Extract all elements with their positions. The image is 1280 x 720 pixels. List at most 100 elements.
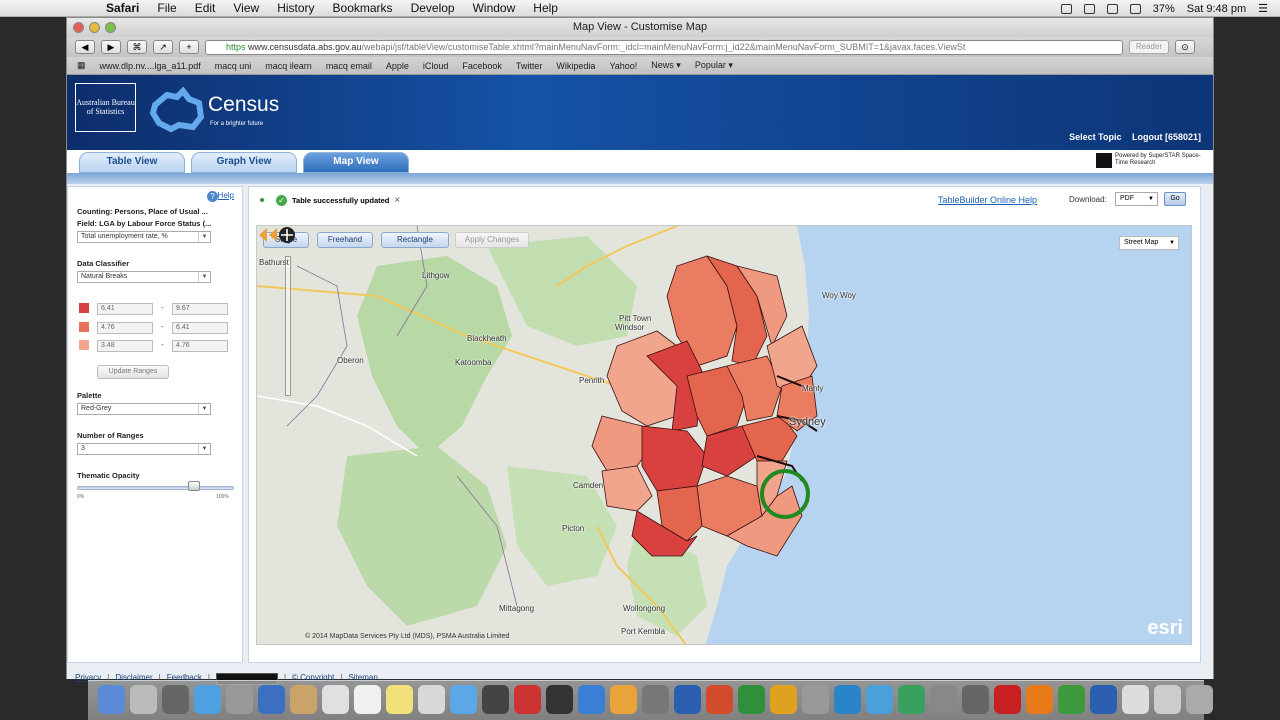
- range-color-swatch[interactable]: [79, 340, 89, 350]
- photos-icon[interactable]: [418, 685, 445, 714]
- powerpoint-icon[interactable]: [706, 685, 733, 714]
- map-canvas[interactable]: [257, 226, 1192, 645]
- update-ranges-button[interactable]: Update Ranges: [97, 365, 169, 379]
- menu-history[interactable]: History: [277, 1, 314, 15]
- word-icon[interactable]: [674, 685, 701, 714]
- tablebuilder-help-link[interactable]: TableBuilder Online Help: [938, 195, 1037, 205]
- add-bookmark-button[interactable]: +: [179, 40, 199, 54]
- notes-icon[interactable]: [386, 685, 413, 714]
- bookmark-item[interactable]: Yahoo!: [609, 61, 637, 71]
- back-button[interactable]: ◀: [75, 40, 95, 54]
- close-window-button[interactable]: [73, 22, 84, 33]
- download-app-icon[interactable]: [898, 685, 925, 714]
- textedit-icon[interactable]: [354, 685, 381, 714]
- safari-icon[interactable]: [194, 685, 221, 714]
- outlook-icon[interactable]: [770, 685, 797, 714]
- bookmark-item[interactable]: Facebook: [462, 61, 502, 71]
- range-color-swatch[interactable]: [79, 303, 89, 313]
- menu-help[interactable]: Help: [533, 1, 558, 15]
- app-icon[interactable]: [962, 685, 989, 714]
- finder-icon[interactable]: [98, 685, 125, 714]
- opacity-slider-track[interactable]: [77, 486, 234, 490]
- menu-view[interactable]: View: [233, 1, 259, 15]
- select-topic-link[interactable]: Select Topic: [1069, 132, 1121, 142]
- adobe-icon[interactable]: [994, 685, 1021, 714]
- unknown-app-icon[interactable]: [226, 685, 253, 714]
- trash-icon[interactable]: [1186, 685, 1213, 714]
- contacts-icon[interactable]: [290, 685, 317, 714]
- tab-table-view[interactable]: Table View: [79, 152, 185, 173]
- opacity-slider-thumb[interactable]: [188, 481, 200, 491]
- field-select[interactable]: Total unemployment rate, % ▼: [77, 231, 211, 243]
- iphoto-icon[interactable]: [546, 685, 573, 714]
- facetime-icon[interactable]: [482, 685, 509, 714]
- system-preferences-icon[interactable]: [642, 685, 669, 714]
- menu-edit[interactable]: Edit: [195, 1, 216, 15]
- excel-icon[interactable]: [738, 685, 765, 714]
- wifi-icon[interactable]: [1060, 3, 1072, 14]
- bookmark-item[interactable]: News ▾: [651, 60, 681, 71]
- thematic-map[interactable]: Single Freehand Rectangle Apply Changes …: [256, 225, 1192, 645]
- reader-button[interactable]: Reader: [1129, 40, 1169, 54]
- close-icon[interactable]: ×: [394, 195, 400, 206]
- bookmark-item[interactable]: macq uni: [215, 61, 252, 71]
- downloads-icon[interactable]: ⊙: [1175, 40, 1195, 54]
- zoom-window-button[interactable]: [105, 22, 116, 33]
- address-bar[interactable]: https www.censusdata.abs.gov.au/webapi/j…: [205, 39, 1123, 55]
- basemap-select[interactable]: Street Map ▼: [1119, 236, 1179, 250]
- cloud-app-icon[interactable]: [834, 685, 861, 714]
- forward-button[interactable]: ▶: [101, 40, 121, 54]
- apply-changes-button[interactable]: Apply Changes: [455, 232, 529, 248]
- preview-icon[interactable]: [258, 685, 285, 714]
- logout-link[interactable]: Logout [658021]: [1132, 132, 1201, 142]
- bluetooth-icon[interactable]: [1083, 3, 1095, 14]
- menu-develop[interactable]: Develop: [411, 1, 455, 15]
- menu-file[interactable]: File: [157, 1, 176, 15]
- range-color-swatch[interactable]: [79, 322, 89, 332]
- tab-graph-view[interactable]: Graph View: [191, 152, 297, 173]
- palette-select[interactable]: Red-Grey ▼: [77, 403, 211, 415]
- go-button[interactable]: Go: [1164, 192, 1186, 206]
- range-max-input[interactable]: 9.67: [172, 303, 228, 315]
- volume-icon[interactable]: [1106, 3, 1118, 14]
- range-min-input[interactable]: 4.76: [97, 322, 153, 334]
- pan-arrows-icon[interactable]: [257, 226, 297, 244]
- freehand-select-button[interactable]: Freehand: [317, 232, 373, 248]
- rectangle-select-button[interactable]: Rectangle: [381, 232, 449, 248]
- launchpad-icon[interactable]: [130, 685, 157, 714]
- help-icon[interactable]: ?: [207, 191, 218, 202]
- app-store-icon[interactable]: [578, 685, 605, 714]
- download-format-select[interactable]: PDF ▼: [1115, 192, 1158, 206]
- menu-bookmarks[interactable]: Bookmarks: [333, 1, 393, 15]
- abs-logo[interactable]: Australian Bureau of Statistics: [75, 83, 136, 132]
- downloads-folder-icon[interactable]: [1154, 685, 1181, 714]
- unknown-app-icon[interactable]: [802, 685, 829, 714]
- bookmark-item[interactable]: Twitter: [516, 61, 543, 71]
- calendar-icon[interactable]: [322, 685, 349, 714]
- tools-icon[interactable]: [930, 685, 957, 714]
- range-min-input[interactable]: 6.41: [97, 303, 153, 315]
- utility-icon[interactable]: [866, 685, 893, 714]
- list-icon[interactable]: ☰: [1258, 2, 1268, 15]
- range-min-input[interactable]: 3.48: [97, 340, 153, 352]
- mission-control-icon[interactable]: [162, 685, 189, 714]
- chrome-icon[interactable]: [1058, 685, 1085, 714]
- tab-map-view[interactable]: Map View: [303, 152, 409, 173]
- messages-icon[interactable]: [450, 685, 477, 714]
- share-icon[interactable]: ↗: [153, 40, 173, 54]
- clock[interactable]: Sat 9:48 pm: [1187, 3, 1246, 15]
- documents-folder-icon[interactable]: [1122, 685, 1149, 714]
- bookmark-item[interactable]: Apple: [386, 61, 409, 71]
- help-link[interactable]: Help: [218, 191, 234, 200]
- bookmark-item[interactable]: Wikipedia: [556, 61, 595, 71]
- bookmark-item[interactable]: macq email: [326, 61, 372, 71]
- bookmark-item[interactable]: iCloud: [423, 61, 449, 71]
- range-max-input[interactable]: 4.76: [172, 340, 228, 352]
- range-max-input[interactable]: 6.41: [172, 322, 228, 334]
- menu-app-name[interactable]: Safari: [106, 1, 139, 15]
- battery-icon[interactable]: [1129, 3, 1141, 14]
- classifier-select[interactable]: Natural Breaks ▼: [77, 271, 211, 283]
- minimize-window-button[interactable]: [89, 22, 100, 33]
- photo-booth-icon[interactable]: [514, 685, 541, 714]
- bookmark-item[interactable]: Popular ▾: [695, 60, 733, 71]
